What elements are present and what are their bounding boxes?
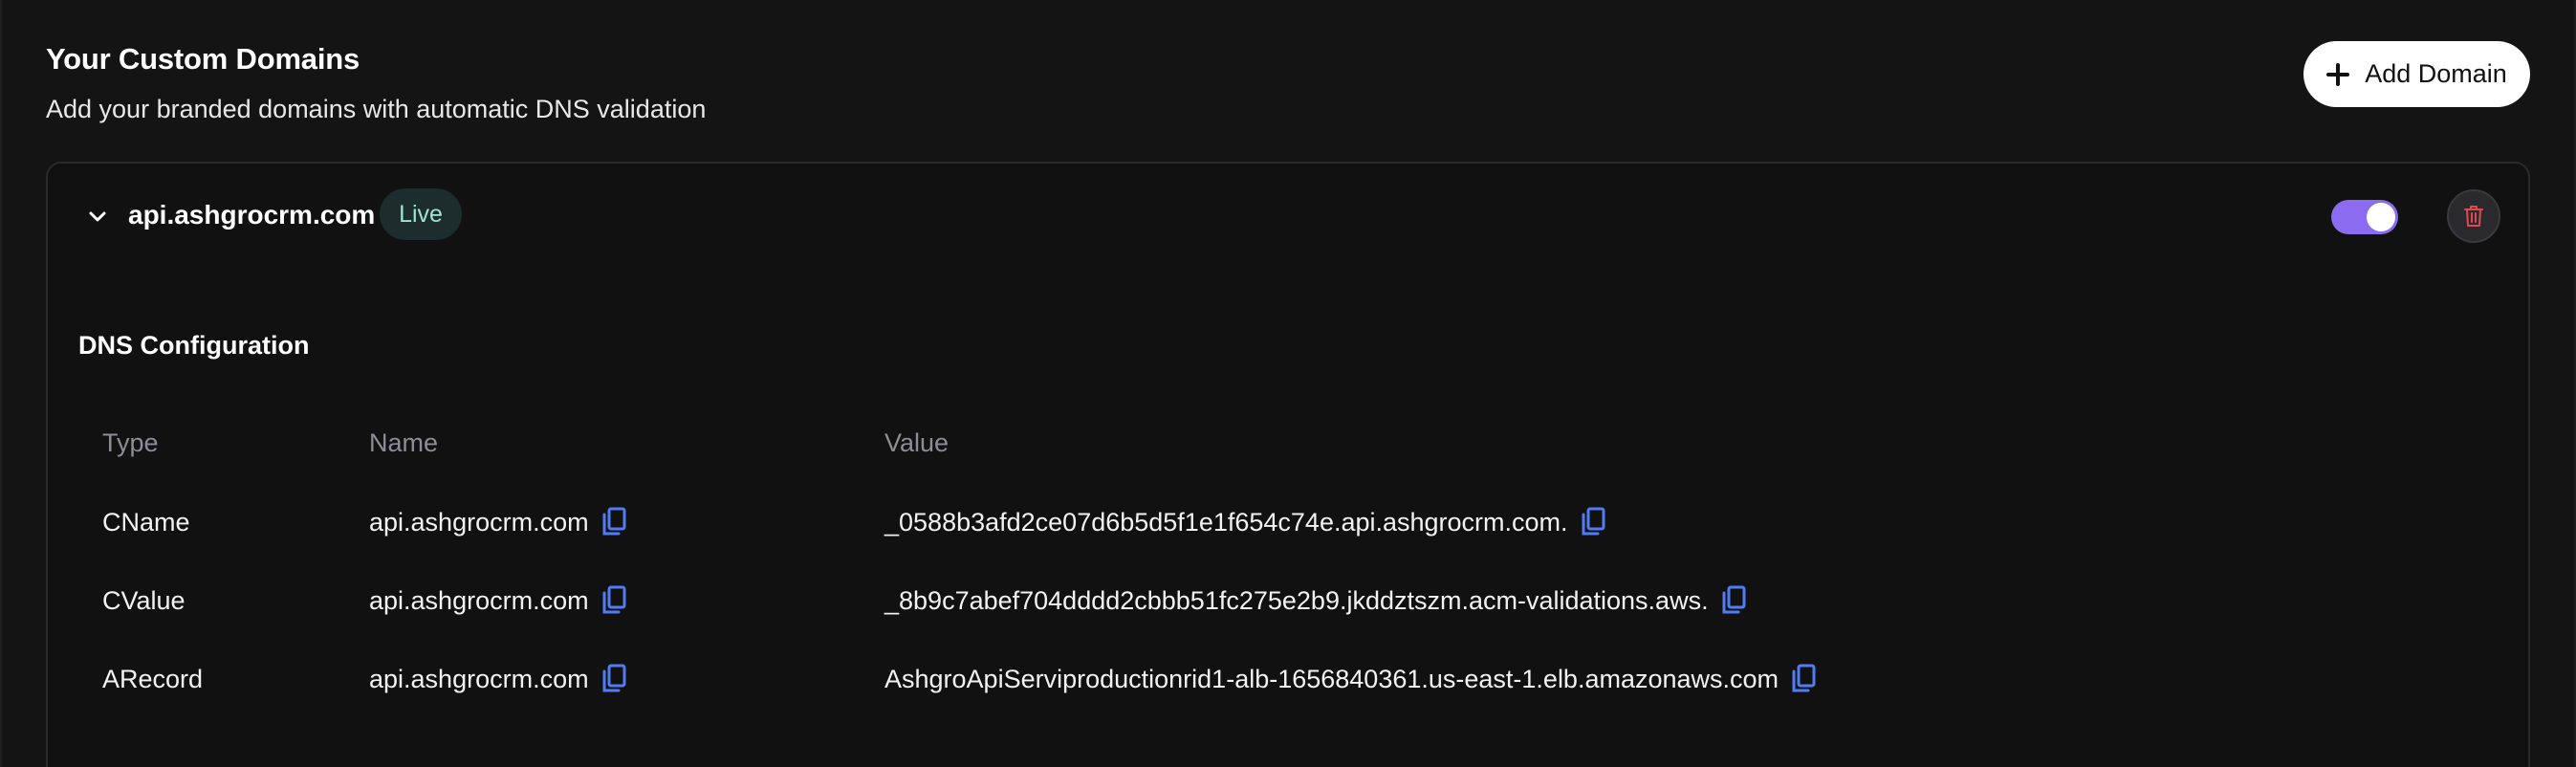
cell-type: CValue [102, 581, 186, 620]
record-type: CName [102, 507, 190, 537]
cell-name: api.ashgrocrm.com [369, 581, 627, 620]
delete-domain-button[interactable] [2447, 189, 2500, 243]
record-type: CValue [102, 585, 186, 615]
chevron-down-icon[interactable] [86, 206, 109, 229]
copy-icon[interactable] [600, 507, 627, 537]
trash-icon [2464, 206, 2483, 227]
add-domain-label: Add Domain [2365, 59, 2507, 88]
copy-icon[interactable] [1720, 585, 1747, 616]
cell-name: api.ashgrocrm.com [369, 660, 627, 698]
column-header-type: Type [102, 428, 159, 457]
page: Your Custom Domains Add your branded dom… [0, 0, 2576, 767]
add-domain-button[interactable]: Add Domain [2303, 41, 2530, 107]
domain-card: api.ashgrocrm.com Live DNS Configuration… [46, 162, 2530, 767]
cell-type: CName [102, 503, 190, 541]
copy-icon[interactable] [1580, 507, 1606, 537]
record-name: api.ashgrocrm.com [369, 507, 589, 537]
record-name: api.ashgrocrm.com [369, 664, 589, 693]
domain-name: api.ashgrocrm.com [128, 200, 376, 230]
status-badge: Live [380, 188, 462, 240]
copy-icon[interactable] [600, 585, 627, 616]
record-value: AshgroApiServiproductionrid1-alb-1656840… [884, 664, 1779, 693]
copy-icon[interactable] [1790, 664, 1817, 694]
column-header-value: Value [884, 428, 950, 457]
section-subtitle: Add your branded domains with automatic … [46, 95, 707, 123]
section-title: Your Custom Domains [46, 42, 360, 76]
cell-type: ARecord [102, 660, 203, 698]
record-value: _0588b3afd2ce07d6b5d5f1e1f654c74e.api.as… [884, 507, 1568, 537]
column-header-name: Name [369, 428, 439, 457]
table-row: ARecord api.ashgrocrm.com AshgroApiServi… [48, 660, 2528, 698]
record-name: api.ashgrocrm.com [369, 585, 589, 615]
table-row: CValue api.ashgrocrm.com _8b9c7abef704dd… [48, 581, 2528, 620]
cell-value: _0588b3afd2ce07d6b5d5f1e1f654c74e.api.as… [884, 503, 1606, 541]
record-type: ARecord [102, 664, 204, 693]
dns-configuration-title: DNS Configuration [78, 331, 310, 360]
toggle-knob [2367, 203, 2395, 231]
cell-name: api.ashgrocrm.com [369, 503, 627, 541]
cell-value: AshgroApiServiproductionrid1-alb-1656840… [884, 660, 1817, 698]
table-row: CName api.ashgrocrm.com _0588b3afd2ce07d… [48, 503, 2528, 541]
plus-icon [2326, 62, 2350, 86]
copy-icon[interactable] [600, 664, 627, 694]
record-value: _8b9c7abef704dddd2cbbb51fc275e2b9.jkddzt… [884, 585, 1709, 615]
domain-enabled-toggle[interactable] [2331, 200, 2398, 234]
custom-domains-panel: Your Custom Domains Add your branded dom… [0, 0, 2576, 767]
cell-value: _8b9c7abef704dddd2cbbb51fc275e2b9.jkddzt… [884, 581, 1747, 620]
